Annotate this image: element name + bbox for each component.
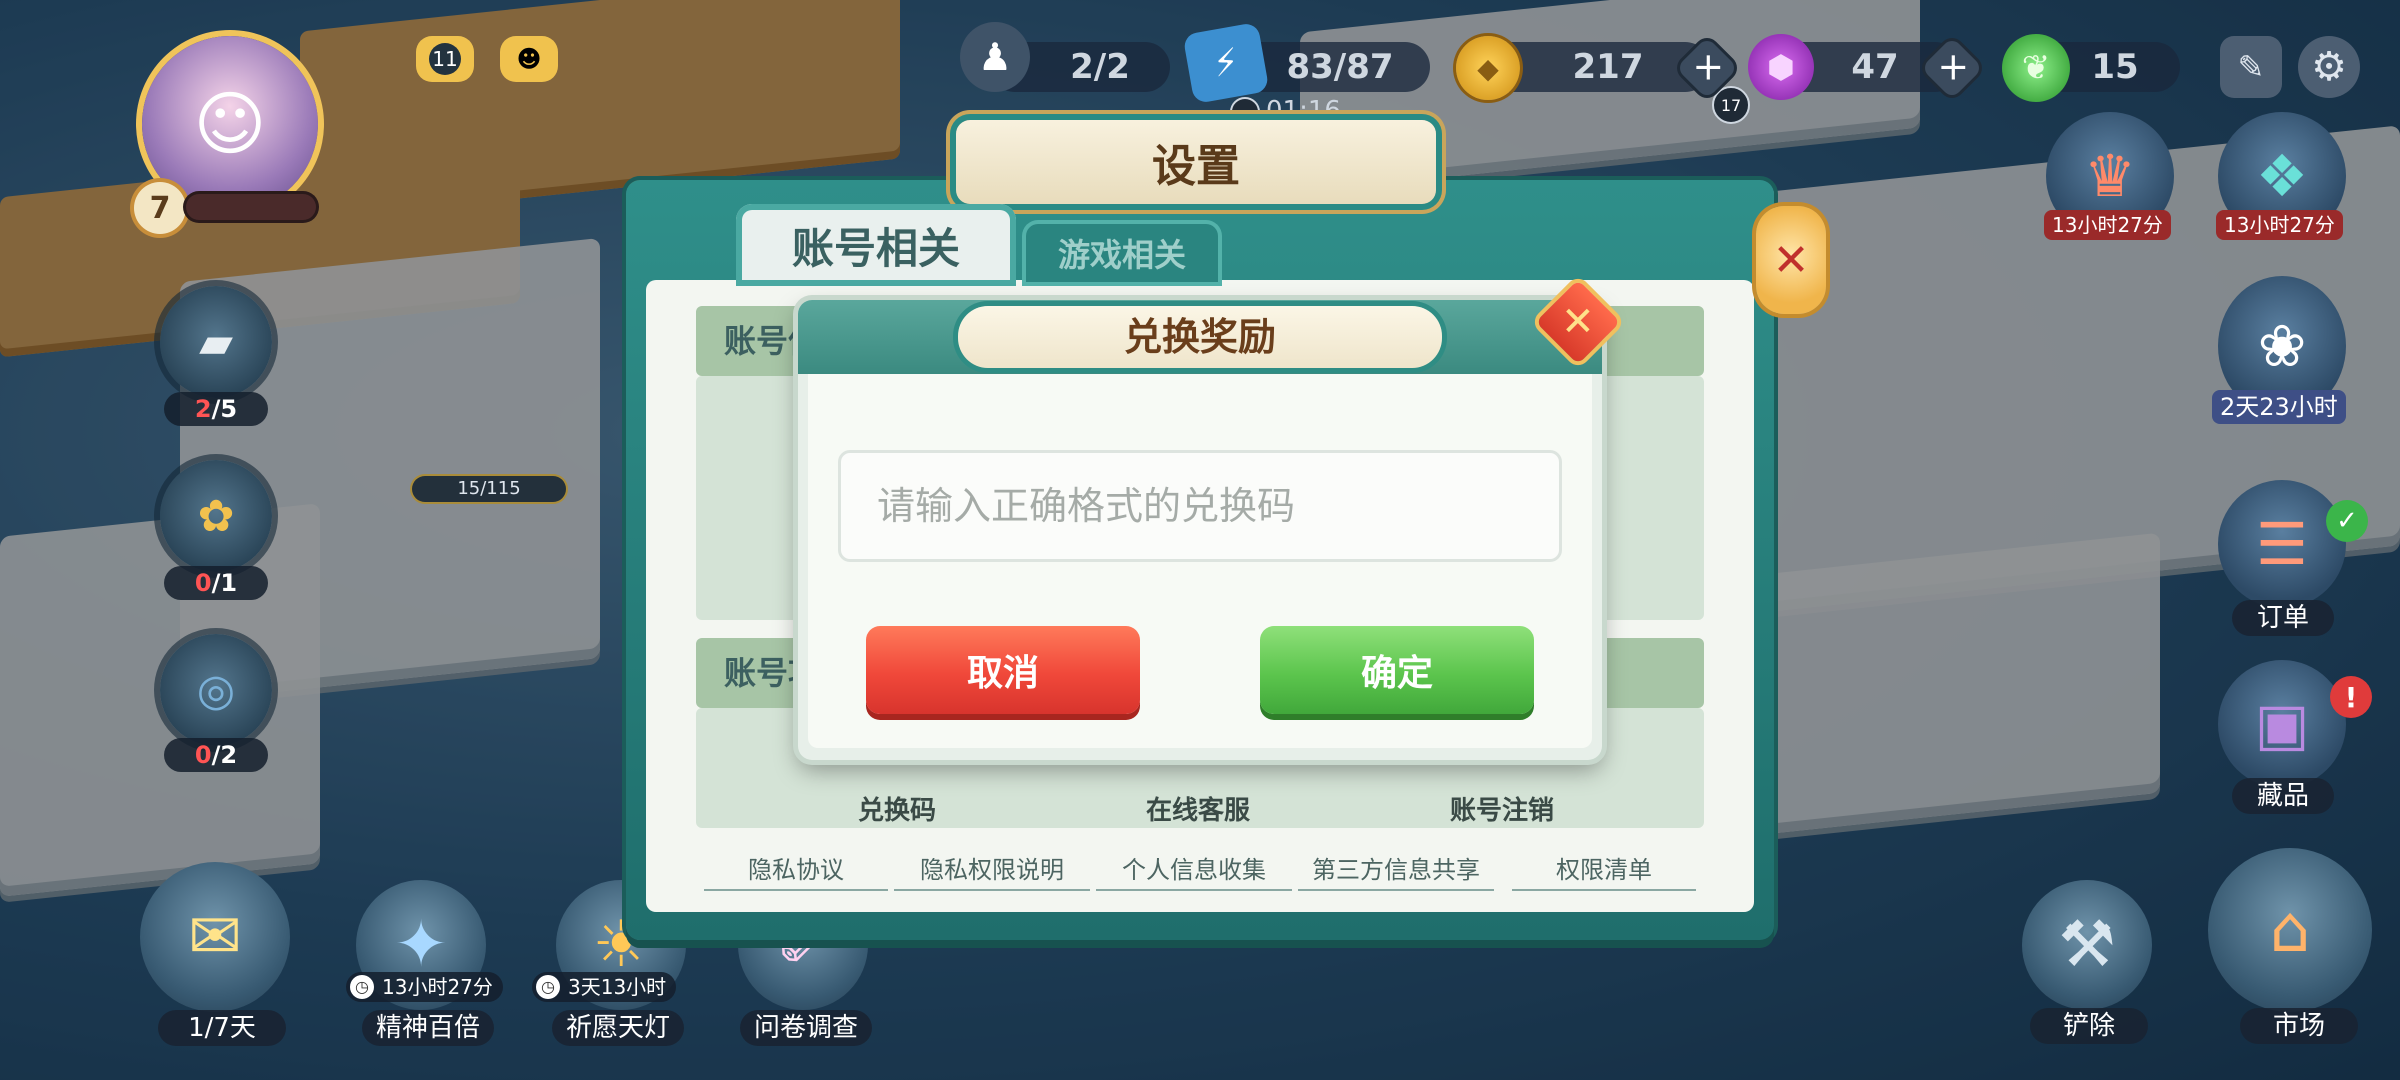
- market-button[interactable]: ⌂: [2208, 848, 2372, 1012]
- shovel-icon: ⚒: [2058, 908, 2116, 982]
- level-badge: 7: [134, 182, 186, 234]
- slot-count: 0/1: [164, 566, 268, 600]
- orders-label: 订单: [2232, 600, 2334, 636]
- slot-total: /2: [211, 741, 238, 769]
- slot-total: /1: [211, 569, 238, 597]
- teal-gift-icon: ❖: [2256, 142, 2308, 210]
- shovel-label: 铲除: [2030, 1008, 2148, 1044]
- collection-label: 藏品: [2232, 778, 2334, 814]
- slot-total: /5: [211, 395, 238, 423]
- gear-icon[interactable]: ⚙: [2298, 36, 2360, 98]
- market-icon: ⌂: [2269, 893, 2311, 967]
- redeem-code-entry[interactable]: 兑换码: [858, 790, 936, 827]
- slot-current: 0: [194, 741, 212, 769]
- field-progress-text: 15/115: [457, 478, 521, 499]
- coin-icon: ◆: [1456, 36, 1520, 100]
- market-label: 市场: [2240, 1008, 2358, 1044]
- field-progress-bar: 15/115: [412, 476, 566, 502]
- order-book-icon: ☰: [2256, 510, 2308, 578]
- leaf-icon: ❦: [2002, 34, 2070, 102]
- lantern-wish-timer: ◷ 3天13小时: [532, 972, 677, 1002]
- fox-icon: ✿: [197, 490, 235, 542]
- customer-service-entry[interactable]: 在线客服: [1146, 790, 1250, 827]
- shovel-button[interactable]: ⚒: [2022, 880, 2152, 1010]
- event-badge-2[interactable]: ☻: [500, 36, 558, 82]
- delete-account-entry[interactable]: 账号注销: [1450, 790, 1554, 827]
- privacy-policy-link[interactable]: 隐私协议: [704, 850, 888, 891]
- close-icon: ✕: [1561, 298, 1595, 345]
- slot-current: 2: [194, 395, 212, 423]
- collection-box-icon: ▣: [2254, 690, 2310, 758]
- energy-badge: 17: [1712, 86, 1750, 124]
- tab-game[interactable]: 游戏相关: [1022, 220, 1222, 286]
- settings-title: 设置: [956, 120, 1436, 204]
- check-badge-icon: ✓: [2326, 500, 2368, 542]
- leaves-text: 15: [2091, 47, 2139, 87]
- personal-info-link[interactable]: 个人信息收集: [1096, 850, 1292, 891]
- snow-block-icon: ▰: [199, 316, 233, 368]
- tab-account[interactable]: 账号相关: [736, 204, 1016, 286]
- energy-text: 83/87: [1286, 47, 1394, 87]
- slot-current: 0: [194, 569, 212, 597]
- confirm-button[interactable]: 确定: [1260, 626, 1534, 714]
- lantern-wish-label: 祈愿天灯: [552, 1010, 685, 1046]
- checkin-button[interactable]: ✉: [140, 862, 290, 1012]
- settings-close-button[interactable]: ✕: [1756, 206, 1826, 314]
- spirit-boost-timer: ◷ 13小时27分: [346, 972, 503, 1002]
- clock-icon: ◷: [536, 975, 560, 999]
- energy-badge-count: 17: [1720, 95, 1742, 115]
- privacy-permission-link[interactable]: 隐私权限说明: [894, 850, 1090, 891]
- side-slot-snow[interactable]: ▰: [160, 286, 272, 398]
- avatar-face-icon: ☺: [193, 83, 267, 165]
- checkin-label: 1/7天: [158, 1010, 286, 1046]
- gem-icon: ⬢: [1748, 34, 1814, 100]
- permission-list-link[interactable]: 权限清单: [1512, 850, 1696, 891]
- redeem-dialog-title: 兑换奖励: [958, 306, 1442, 368]
- slot-count: 0/2: [164, 738, 268, 772]
- timer-text: 13小时27分: [382, 975, 493, 999]
- event-count: 11: [429, 43, 461, 75]
- treasure-icon: ♛: [2084, 142, 2136, 210]
- redeem-code-input[interactable]: [838, 450, 1562, 562]
- collection-button[interactable]: ▣: [2218, 660, 2346, 788]
- rabbit-icon: ❀: [2257, 312, 2307, 380]
- timer-text: 3天13小时: [568, 975, 667, 999]
- spirit-icon: ✦: [394, 908, 448, 982]
- level-xp-bar: [186, 194, 316, 220]
- scroll-icon: ✉: [188, 900, 242, 974]
- character-icon: ♟: [960, 22, 1030, 92]
- level-number: 7: [149, 190, 171, 226]
- right-event-1-timer: 13小时27分: [2044, 210, 2171, 240]
- event-badge[interactable]: 11: [416, 36, 474, 82]
- machine-icon: ◎: [196, 664, 236, 716]
- slot-count: 2/5: [164, 392, 268, 426]
- clock-icon: ◷: [350, 975, 374, 999]
- third-party-sharing-link[interactable]: 第三方信息共享: [1298, 850, 1494, 891]
- cancel-button[interactable]: 取消: [866, 626, 1140, 714]
- side-slot-machine[interactable]: ◎: [160, 634, 272, 746]
- spirit-boost-label: 精神百倍: [362, 1010, 495, 1046]
- notepad-icon[interactable]: ✎: [2220, 36, 2282, 98]
- coins-text: 217: [1572, 47, 1644, 87]
- alert-badge-icon: !: [2330, 676, 2372, 718]
- mascot-icon: ☻: [516, 45, 542, 73]
- redeem-dialog: 兑换奖励 ✕ 取消 确定: [798, 279, 1621, 760]
- side-slot-fox[interactable]: ✿: [160, 460, 272, 572]
- orders-button[interactable]: ☰: [2218, 480, 2346, 608]
- task-progress-text: 2/2: [1070, 47, 1130, 87]
- close-icon: ✕: [1772, 234, 1810, 286]
- survey-label: 问卷调查: [740, 1010, 873, 1046]
- energy-icon: ⚡: [1182, 21, 1270, 105]
- gems-text: 47: [1851, 47, 1899, 87]
- right-event-2-timer: 13小时27分: [2216, 210, 2343, 240]
- right-event-3-timer: 2天23小时: [2212, 390, 2346, 424]
